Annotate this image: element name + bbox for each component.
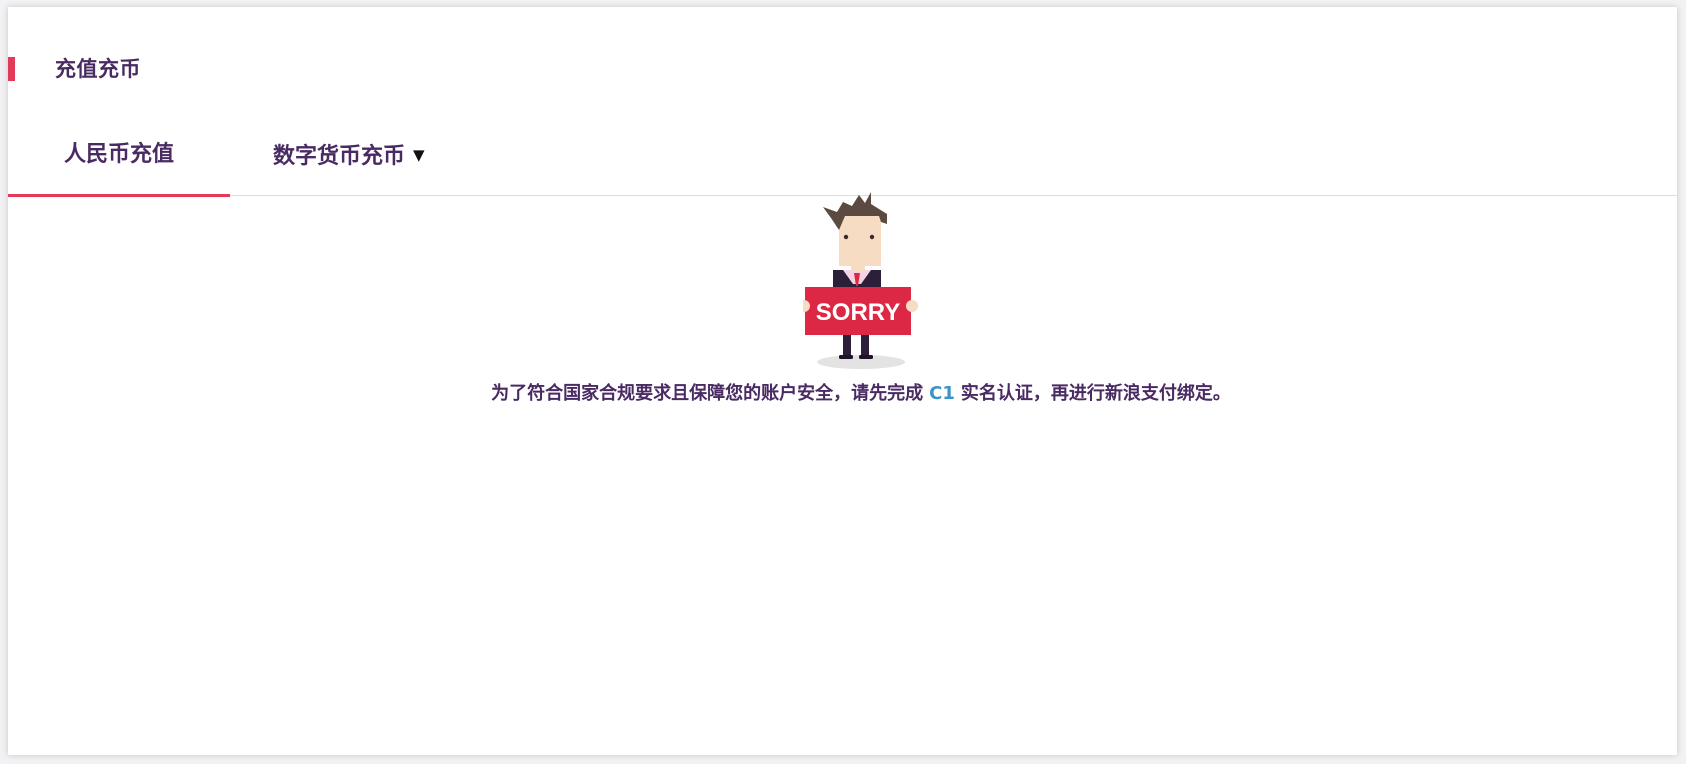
verification-level-link[interactable]: C1: [929, 383, 955, 404]
tab-crypto-deposit-label: 数字货币充币: [273, 144, 406, 169]
main-card: 充值充币 人民币充值 数字货币充币 ▼ SORRY 为了符合国家合规要求且保障您…: [8, 7, 1677, 755]
tab-rmb-recharge-label: 人民币充值: [63, 142, 174, 167]
verification-notice: 为了符合国家合规要求且保障您的账户安全，请先完成 C1 实名认证，再进行新浪支付绑定…: [8, 379, 1686, 405]
section-accent-bar: [8, 57, 15, 81]
sorry-man-illustration: SORRY: [798, 190, 933, 370]
tab-bar: 人民币充值 数字货币充币 ▼: [8, 127, 1677, 197]
caret-down-icon[interactable]: ▼: [413, 127, 425, 183]
tab-crypto-deposit[interactable]: 数字货币充币 ▼: [273, 127, 425, 195]
section-header: 充值充币: [8, 57, 408, 83]
notice-text-after: 实名认证，再进行新浪支付绑定。: [960, 383, 1231, 404]
notice-text-before: 为了符合国家合规要求且保障您的账户安全，请先完成: [491, 383, 924, 404]
sorry-sign-text: SORRY: [816, 299, 900, 326]
section-title: 充值充币: [55, 57, 141, 81]
tab-rmb-recharge[interactable]: 人民币充值: [8, 127, 230, 197]
